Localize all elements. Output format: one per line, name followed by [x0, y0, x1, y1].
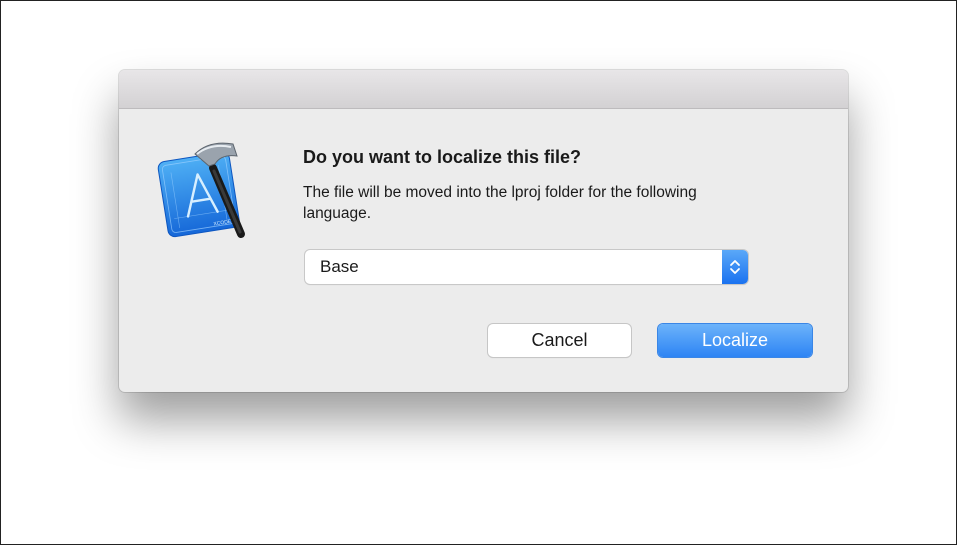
dialog-content: Do you want to localize this file? The f…	[303, 146, 763, 224]
language-select[interactable]: Base	[305, 250, 748, 284]
up-down-chevron-icon[interactable]	[722, 250, 748, 284]
localize-dialog: XCODE Do you want to localize this file?…	[119, 70, 848, 392]
xcode-icon: XCODE	[157, 134, 257, 244]
dialog-titlebar	[119, 70, 848, 109]
dialog-message: The file will be moved into the lproj fo…	[303, 184, 697, 222]
cancel-button[interactable]: Cancel	[488, 324, 631, 357]
language-select-value: Base	[320, 257, 359, 276]
localize-button[interactable]: Localize	[658, 324, 812, 357]
dialog-title: Do you want to localize this file?	[303, 147, 582, 167]
